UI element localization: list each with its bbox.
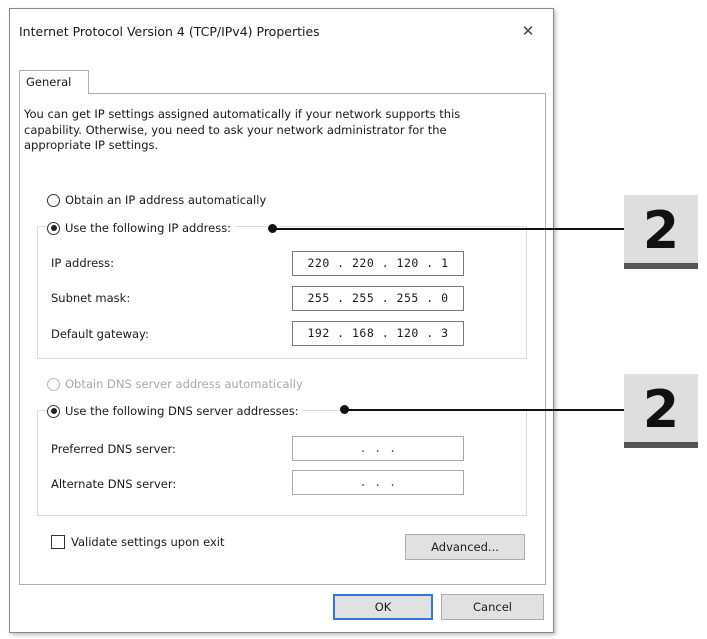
intro-text: You can get IP settings assigned automat… xyxy=(24,107,461,152)
ip-address-input[interactable]: 220 . 220 . 120 . 1 xyxy=(292,251,464,276)
title-bar: Internet Protocol Version 4 (TCP/IPv4) P… xyxy=(10,9,553,53)
radio-obtain-ip-auto[interactable]: Obtain an IP address automatically xyxy=(47,191,266,209)
callout-badge-ip: 2 xyxy=(624,195,698,269)
default-gateway-input[interactable]: 192 . 168 . 120 . 3 xyxy=(292,321,464,346)
callout-badge-dns: 2 xyxy=(624,374,698,448)
radio-button-checked-icon xyxy=(47,221,60,235)
radio-obtain-dns-auto[interactable]: Obtain DNS server address automatically xyxy=(47,375,303,393)
tab-general[interactable]: General xyxy=(19,70,89,94)
alternate-dns-label: Alternate DNS server: xyxy=(51,477,177,491)
alternate-dns-input[interactable]: . . . xyxy=(292,470,464,495)
cancel-button[interactable]: Cancel xyxy=(441,594,544,620)
radio-obtain-ip-auto-label: Obtain an IP address automatically xyxy=(65,193,267,207)
ip-address-label: IP address: xyxy=(51,256,115,270)
checkbox-icon xyxy=(51,535,65,549)
close-icon[interactable]: ✕ xyxy=(513,18,543,44)
validate-settings-checkbox[interactable]: Validate settings upon exit xyxy=(51,535,224,549)
preferred-dns-label: Preferred DNS server: xyxy=(51,442,176,456)
validate-settings-label: Validate settings upon exit xyxy=(71,535,225,549)
window-title: Internet Protocol Version 4 (TCP/IPv4) P… xyxy=(19,24,320,39)
radio-use-following-dns-label: Use the following DNS server addresses: xyxy=(65,404,299,418)
default-gateway-label: Default gateway: xyxy=(51,327,149,341)
ok-button[interactable]: OK xyxy=(333,594,433,620)
callout-line-ip xyxy=(272,228,624,230)
radio-obtain-dns-auto-label: Obtain DNS server address automatically xyxy=(65,377,303,391)
radio-use-following-dns[interactable]: Use the following DNS server addresses: xyxy=(47,402,303,420)
radio-button-checked-icon xyxy=(47,404,60,418)
radio-button-icon xyxy=(47,193,60,207)
subnet-mask-input[interactable]: 255 . 255 . 255 . 0 xyxy=(292,286,464,311)
radio-button-disabled-icon xyxy=(47,377,60,391)
callout-line-dns xyxy=(344,409,624,411)
dns-server-group xyxy=(37,410,527,516)
radio-use-following-ip[interactable]: Use the following IP address: xyxy=(47,219,236,237)
preferred-dns-input[interactable]: . . . xyxy=(292,436,464,461)
subnet-mask-label: Subnet mask: xyxy=(51,291,131,305)
radio-use-following-ip-label: Use the following IP address: xyxy=(65,221,232,235)
advanced-button[interactable]: Advanced... xyxy=(405,534,525,560)
